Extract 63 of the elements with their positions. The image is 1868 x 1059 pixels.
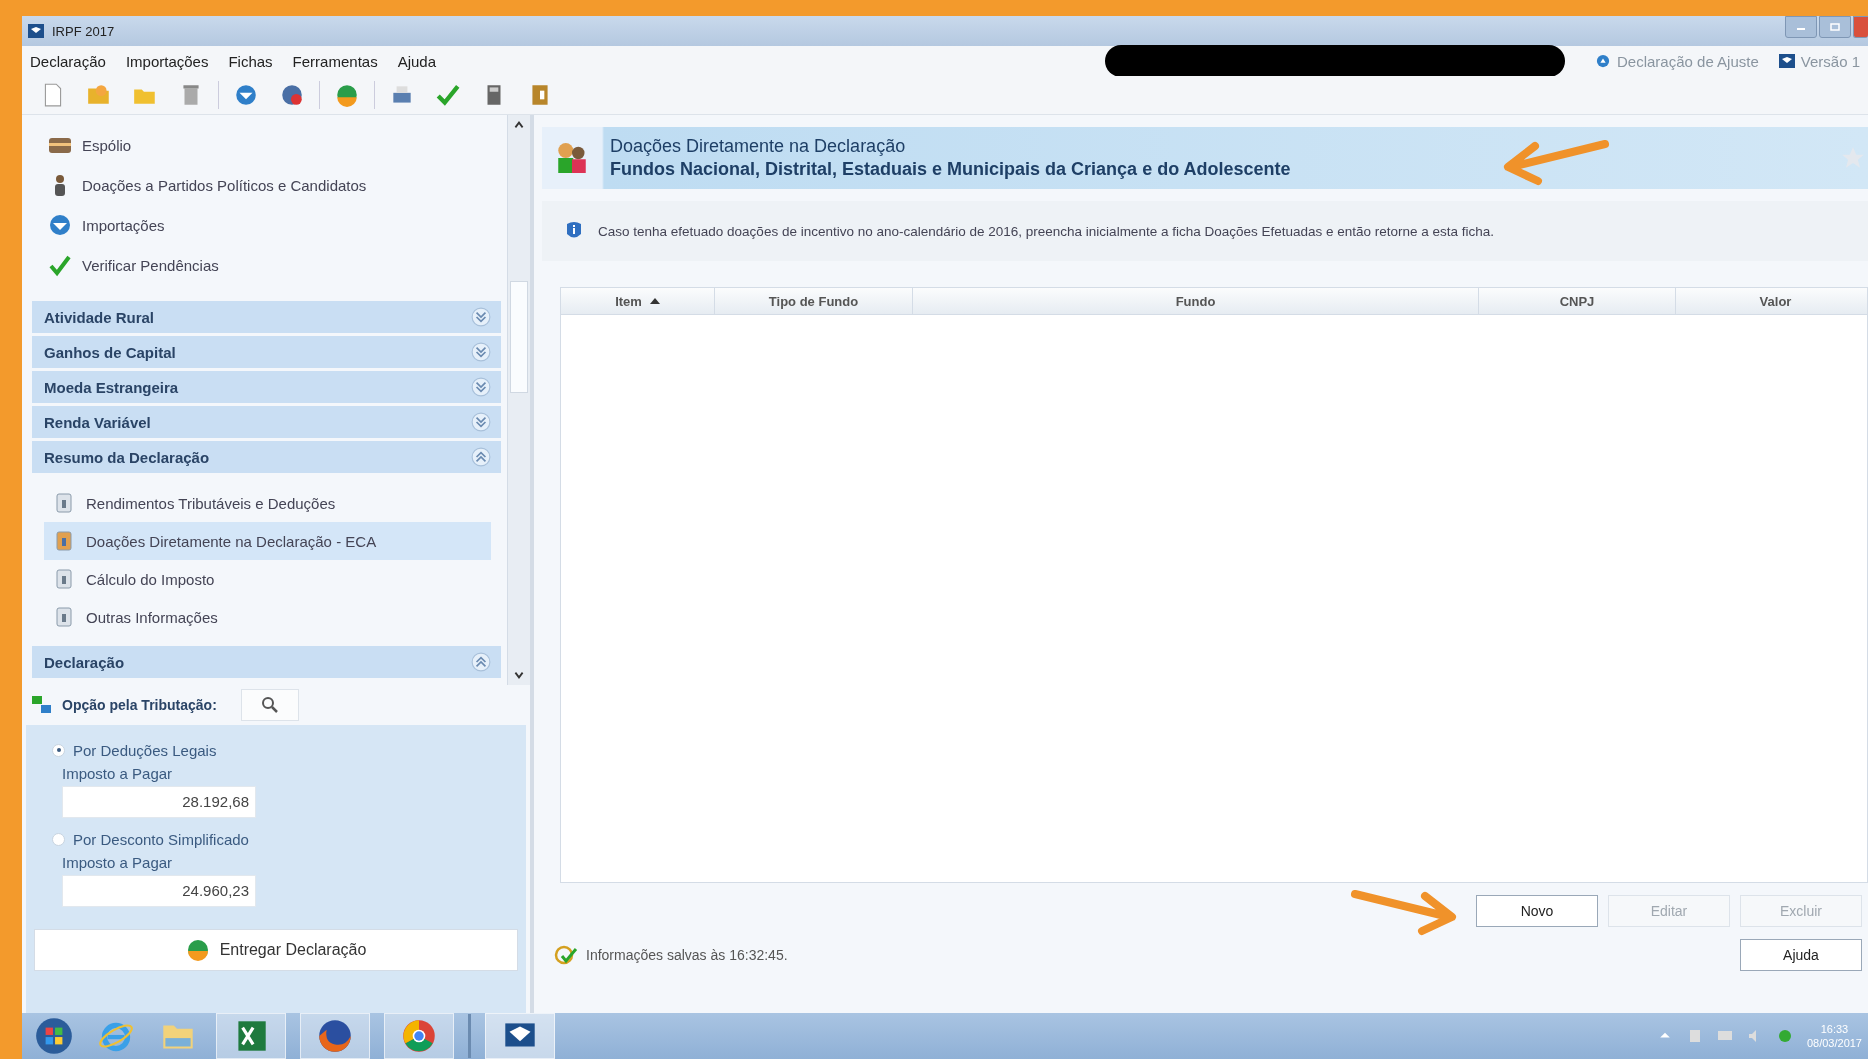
sidebar-item[interactable]: Outras Informações bbox=[44, 598, 491, 636]
amount-field: 24.960,23 bbox=[62, 875, 256, 907]
maximize-icon bbox=[1830, 22, 1840, 32]
new-button[interactable]: Novo bbox=[1476, 895, 1598, 927]
menu-item[interactable]: Declaração bbox=[30, 52, 106, 70]
sidebar-item[interactable]: Verificar Pendências bbox=[32, 245, 501, 285]
collapse-icon[interactable] bbox=[471, 652, 491, 672]
help-button[interactable]: Ajuda bbox=[1740, 939, 1862, 971]
column-header[interactable]: Item bbox=[561, 288, 715, 314]
field-label: Imposto a Pagar bbox=[62, 765, 174, 782]
sidebar-item[interactable]: Importações bbox=[32, 205, 501, 245]
app-logo-icon bbox=[1778, 54, 1795, 68]
section-header[interactable]: Atividade Rural bbox=[32, 301, 501, 333]
app-logo-icon bbox=[28, 24, 44, 38]
sidebar-item[interactable]: Espólio bbox=[32, 125, 501, 165]
radio-button[interactable] bbox=[52, 832, 65, 846]
saved-check-icon bbox=[554, 943, 578, 967]
info-message: Caso tenha efetuado doações de incentivo no ano-calendário de 2016, preencha inicialmente a ficha Doações Efetuadas e então retorne a esta ficha. bbox=[598, 223, 1495, 239]
globe-icon bbox=[48, 213, 72, 237]
menu-item[interactable]: Importações bbox=[125, 52, 209, 70]
info-circle-icon bbox=[1595, 54, 1611, 68]
column-header[interactable]: Tipo de Fundo bbox=[715, 288, 913, 314]
collapse-icon[interactable] bbox=[471, 447, 491, 467]
column-header[interactable]: Valor bbox=[1676, 288, 1867, 314]
amount-field: 28.192,68 bbox=[62, 786, 256, 818]
sidebar-item[interactable]: Rendimentos Tributáveis e Deduções bbox=[44, 484, 491, 522]
globe-icon bbox=[185, 938, 210, 962]
section-header[interactable]: Resumo da Declaração bbox=[32, 441, 501, 473]
section-header[interactable]: Moeda Estrangeira bbox=[32, 371, 501, 403]
menu-item[interactable]: Ferramentas bbox=[292, 52, 378, 70]
radio-label[interactable]: Por Deduções Legais bbox=[73, 741, 217, 759]
checkmark-icon[interactable] bbox=[435, 82, 461, 108]
expand-icon[interactable] bbox=[471, 412, 491, 432]
window-title: IRPF 2017 bbox=[52, 23, 115, 39]
sidebar-item[interactable]: Cálculo do Imposto bbox=[44, 560, 491, 598]
expand-icon[interactable] bbox=[471, 342, 491, 362]
expand-icon[interactable] bbox=[471, 307, 491, 327]
column-header[interactable]: Fundo bbox=[913, 288, 1479, 314]
maximize-button[interactable] bbox=[1819, 16, 1851, 38]
sidebar-item[interactable]: Doações Diretamente na Declaração - ECA bbox=[44, 522, 491, 560]
section-header[interactable]: Declaração bbox=[32, 646, 501, 678]
page-title: Doações Diretamente na Declaração bbox=[610, 136, 907, 157]
radio-label[interactable]: Por Desconto Simplificado bbox=[73, 830, 249, 848]
scrollbar-thumb[interactable] bbox=[510, 281, 528, 393]
search-button[interactable] bbox=[240, 689, 299, 721]
column-header[interactable]: CNPJ bbox=[1479, 288, 1676, 314]
search-icon bbox=[260, 696, 279, 714]
field-label: Imposto a Pagar bbox=[62, 854, 174, 871]
sidebar-item[interactable]: Doações a Partidos Políticos e Candidatos bbox=[32, 165, 501, 205]
radio-button[interactable] bbox=[52, 743, 65, 757]
deliver-button[interactable]: Entregar Declaração bbox=[34, 929, 518, 971]
expand-icon[interactable] bbox=[471, 377, 491, 397]
tax-option-label: Opção pela Tributação: bbox=[62, 697, 217, 713]
menu-item[interactable]: Fichas bbox=[228, 52, 273, 70]
section-header[interactable]: Renda Variável bbox=[32, 406, 501, 438]
menu-item[interactable]: Ajuda bbox=[397, 52, 436, 70]
scrollbar[interactable] bbox=[507, 115, 530, 685]
minimize-button[interactable] bbox=[1785, 16, 1817, 38]
page-subtitle: Fundos Nacional, Distrital, Estaduais e Municipais da Criança e do Adolescente bbox=[610, 159, 1291, 180]
globe-transfer-icon[interactable] bbox=[233, 82, 259, 108]
section-header[interactable]: Ganhos de Capital bbox=[32, 336, 501, 368]
status-message: Informações salvas às 16:32:45. bbox=[586, 947, 788, 963]
checkmark-icon bbox=[48, 253, 72, 277]
